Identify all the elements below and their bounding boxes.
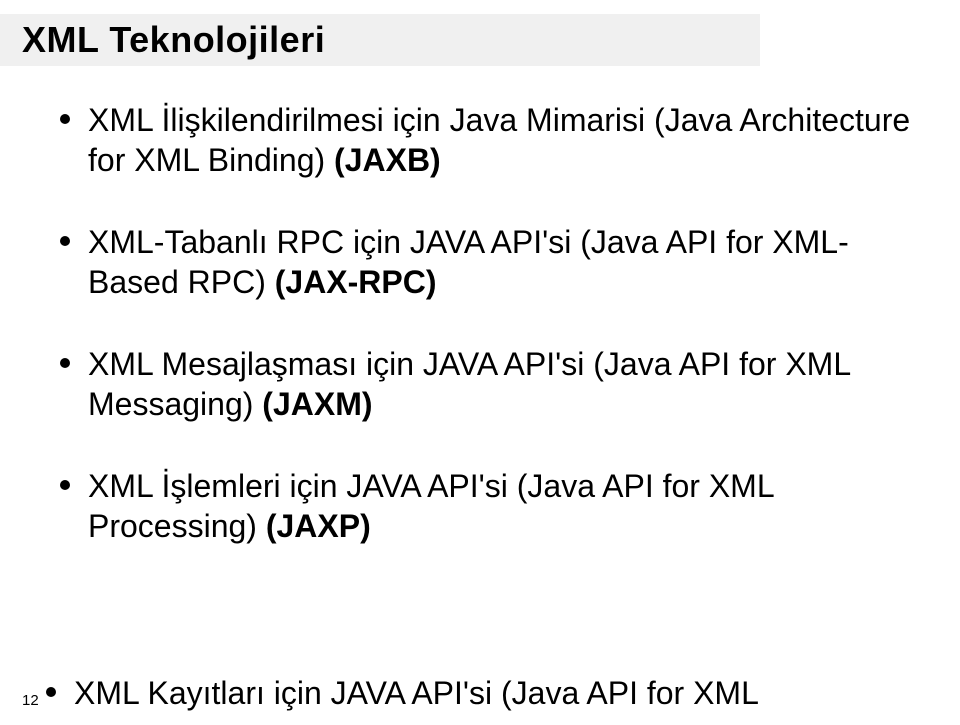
bullet-text: XML Kayıtları için JAVA API'si (Java API… [74, 673, 930, 713]
bullet-plain: XML-Tabanlı RPC için JAVA API'si (Java A… [88, 224, 849, 300]
bullet-text: XML-Tabanlı RPC için JAVA API'si (Java A… [88, 222, 930, 302]
bullet-text: XML İşlemleri için JAVA API'si (Java API… [88, 466, 930, 546]
bullet-bold: (JAX-RPC) [275, 264, 437, 300]
bullet-plain: XML İlişkilendirilmesi için Java Mimaris… [88, 102, 910, 178]
bullet-bold: (JAXM) [262, 386, 372, 422]
bullet-dot-icon [46, 687, 56, 697]
title-bar: XML Teknolojileri [0, 14, 760, 66]
bullet-bold: (JAXB) [334, 142, 441, 178]
bullet-plain: XML Kayıtları için JAVA API'si (Java API… [74, 675, 759, 711]
bullet-text: XML İlişkilendirilmesi için Java Mimaris… [88, 100, 930, 180]
page-number: 12 [22, 692, 39, 709]
bullet-dot-icon [60, 358, 70, 368]
bullet-dot-icon [60, 480, 70, 490]
list-item: XML-Tabanlı RPC için JAVA API'si (Java A… [60, 222, 930, 302]
content-area: XML İlişkilendirilmesi için Java Mimaris… [60, 100, 930, 588]
bullet-dot-icon [60, 114, 70, 124]
slide: XML Teknolojileri XML İlişkilendirilmesi… [0, 0, 960, 725]
list-item: XML İşlemleri için JAVA API'si (Java API… [60, 466, 930, 546]
page-title: XML Teknolojileri [22, 19, 325, 61]
bullet-dot-icon [60, 236, 70, 246]
list-item: XML Mesajlaşması için JAVA API'si (Java … [60, 344, 930, 424]
bullet-text: XML Mesajlaşması için JAVA API'si (Java … [88, 344, 930, 424]
bullet-plain: XML İşlemleri için JAVA API'si (Java API… [88, 468, 773, 544]
list-item: XML Kayıtları için JAVA API'si (Java API… [46, 673, 930, 713]
bullet-plain: XML Mesajlaşması için JAVA API'si (Java … [88, 346, 850, 422]
list-item: XML İlişkilendirilmesi için Java Mimaris… [60, 100, 930, 180]
bullet-bold: (JAXP) [266, 508, 371, 544]
